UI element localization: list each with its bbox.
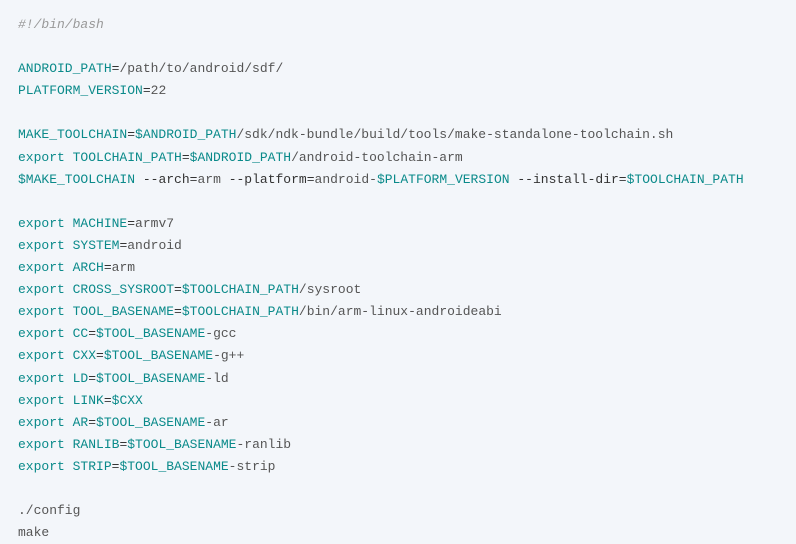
var-make-toolchain: MAKE_TOOLCHAIN	[18, 127, 127, 142]
shebang-line: #!/bin/bash	[18, 17, 104, 32]
var-link: LINK	[73, 393, 104, 408]
var-cxx: CXX	[73, 348, 96, 363]
var-system: SYSTEM	[73, 238, 120, 253]
var-platform-version: PLATFORM_VERSION	[18, 83, 143, 98]
code-block: #!/bin/bash ANDROID_PATH=/path/to/androi…	[18, 14, 778, 544]
var-machine: MACHINE	[73, 216, 128, 231]
invoke-make-toolchain: $MAKE_TOOLCHAIN	[18, 172, 135, 187]
cmd-make: make	[18, 525, 49, 540]
var-tool-basename: TOOL_BASENAME	[73, 304, 174, 319]
var-ld: LD	[73, 371, 89, 386]
var-strip: STRIP	[73, 459, 112, 474]
var-ar: AR	[73, 415, 89, 430]
var-arch: ARCH	[73, 260, 104, 275]
var-android-path: ANDROID_PATH	[18, 61, 112, 76]
var-cross-sysroot: CROSS_SYSROOT	[73, 282, 174, 297]
cmd-config: ./config	[18, 503, 80, 518]
var-toolchain-path: TOOLCHAIN_PATH	[73, 150, 182, 165]
var-cc: CC	[73, 326, 89, 341]
var-ranlib: RANLIB	[73, 437, 120, 452]
